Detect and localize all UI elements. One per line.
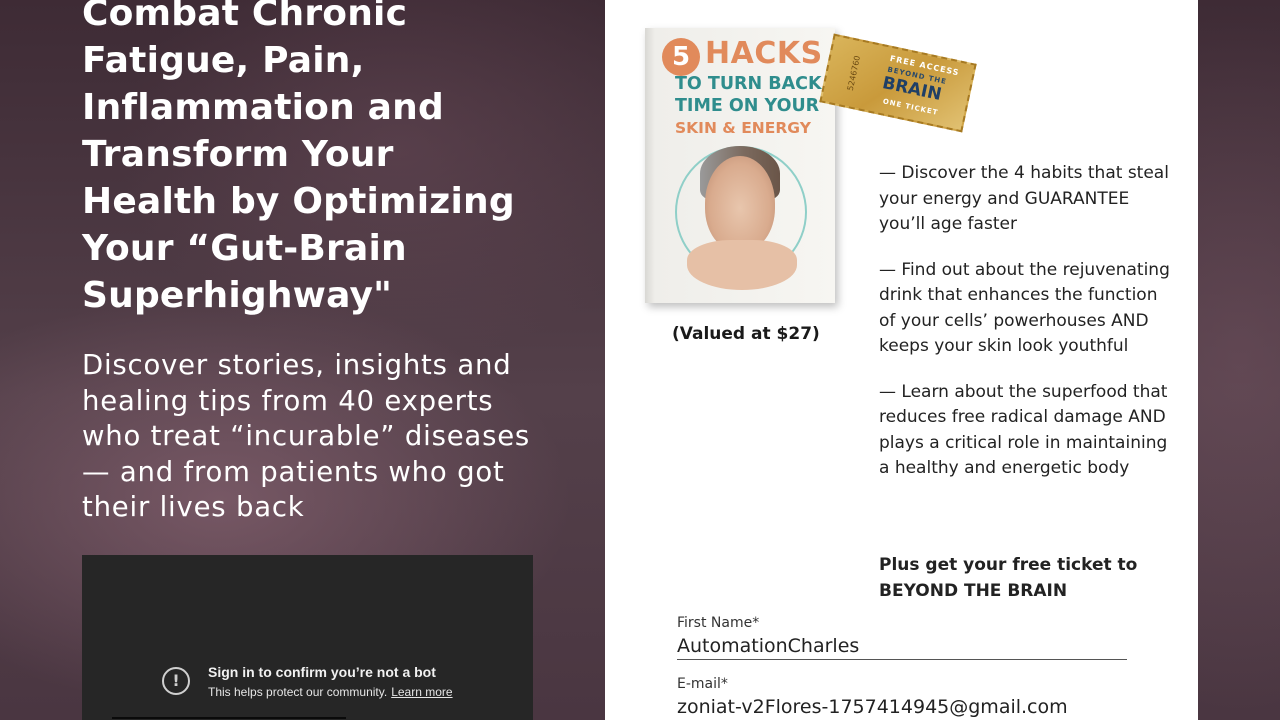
learn-more-link[interactable]: Learn more — [391, 685, 452, 699]
bot-check-subtitle: This helps protect our community. Learn m… — [208, 685, 453, 699]
book-title-line3: SKIN & ENERGY — [675, 119, 811, 137]
bot-check-title: Sign in to confirm you’re not a bot — [208, 664, 436, 680]
email-field[interactable] — [677, 693, 1127, 720]
cover-portrait-hands — [687, 240, 797, 290]
event-ticket-image: 5246760 FREE ACCESS BEYOND THE BRAIN ONE… — [819, 33, 977, 133]
ebook-cover: 5 HACKS TO TURN BACK TIME ON YOUR SKIN &… — [645, 28, 835, 303]
ticket-number: 5246760 — [845, 54, 863, 92]
benefit-list: — Discover the 4 habits that steal your … — [879, 161, 1179, 502]
book-title-hacks: HACKS — [705, 36, 823, 71]
cover-portrait-face — [705, 156, 775, 251]
video-embed[interactable]: ! Sign in to confirm you’re not a bot Th… — [82, 555, 533, 720]
bot-check-text: This helps protect our community. — [208, 685, 388, 699]
hero-subhead: Discover stories, insights and healing t… — [82, 349, 531, 523]
email-label: E-mail* — [677, 676, 728, 692]
benefit-item: — Discover the 4 habits that steal your … — [879, 163, 1169, 234]
benefit-item: — Find out about the rejuvenating drink … — [879, 259, 1170, 357]
book-title-line2: TIME ON YOUR — [675, 96, 820, 116]
book-number-badge: 5 — [662, 38, 700, 76]
first-name-label: First Name* — [677, 615, 760, 631]
benefit-item: — Learn about the superfood that reduces… — [879, 381, 1168, 479]
exclamation-circle-icon: ! — [162, 667, 190, 695]
video-bar — [112, 717, 346, 719]
valued-at-label: (Valued at $27) — [672, 324, 820, 344]
free-ticket-callout: Plus get your free ticket to BEYOND THE … — [879, 555, 1138, 601]
optin-panel: 5 HACKS TO TURN BACK TIME ON YOUR SKIN &… — [605, 0, 1198, 720]
first-name-field[interactable] — [677, 632, 1127, 660]
book-title-line1: TO TURN BACK — [675, 74, 822, 94]
hero-headline: Combat Chronic Fatigue, Pain, Inflammati… — [82, 0, 515, 316]
